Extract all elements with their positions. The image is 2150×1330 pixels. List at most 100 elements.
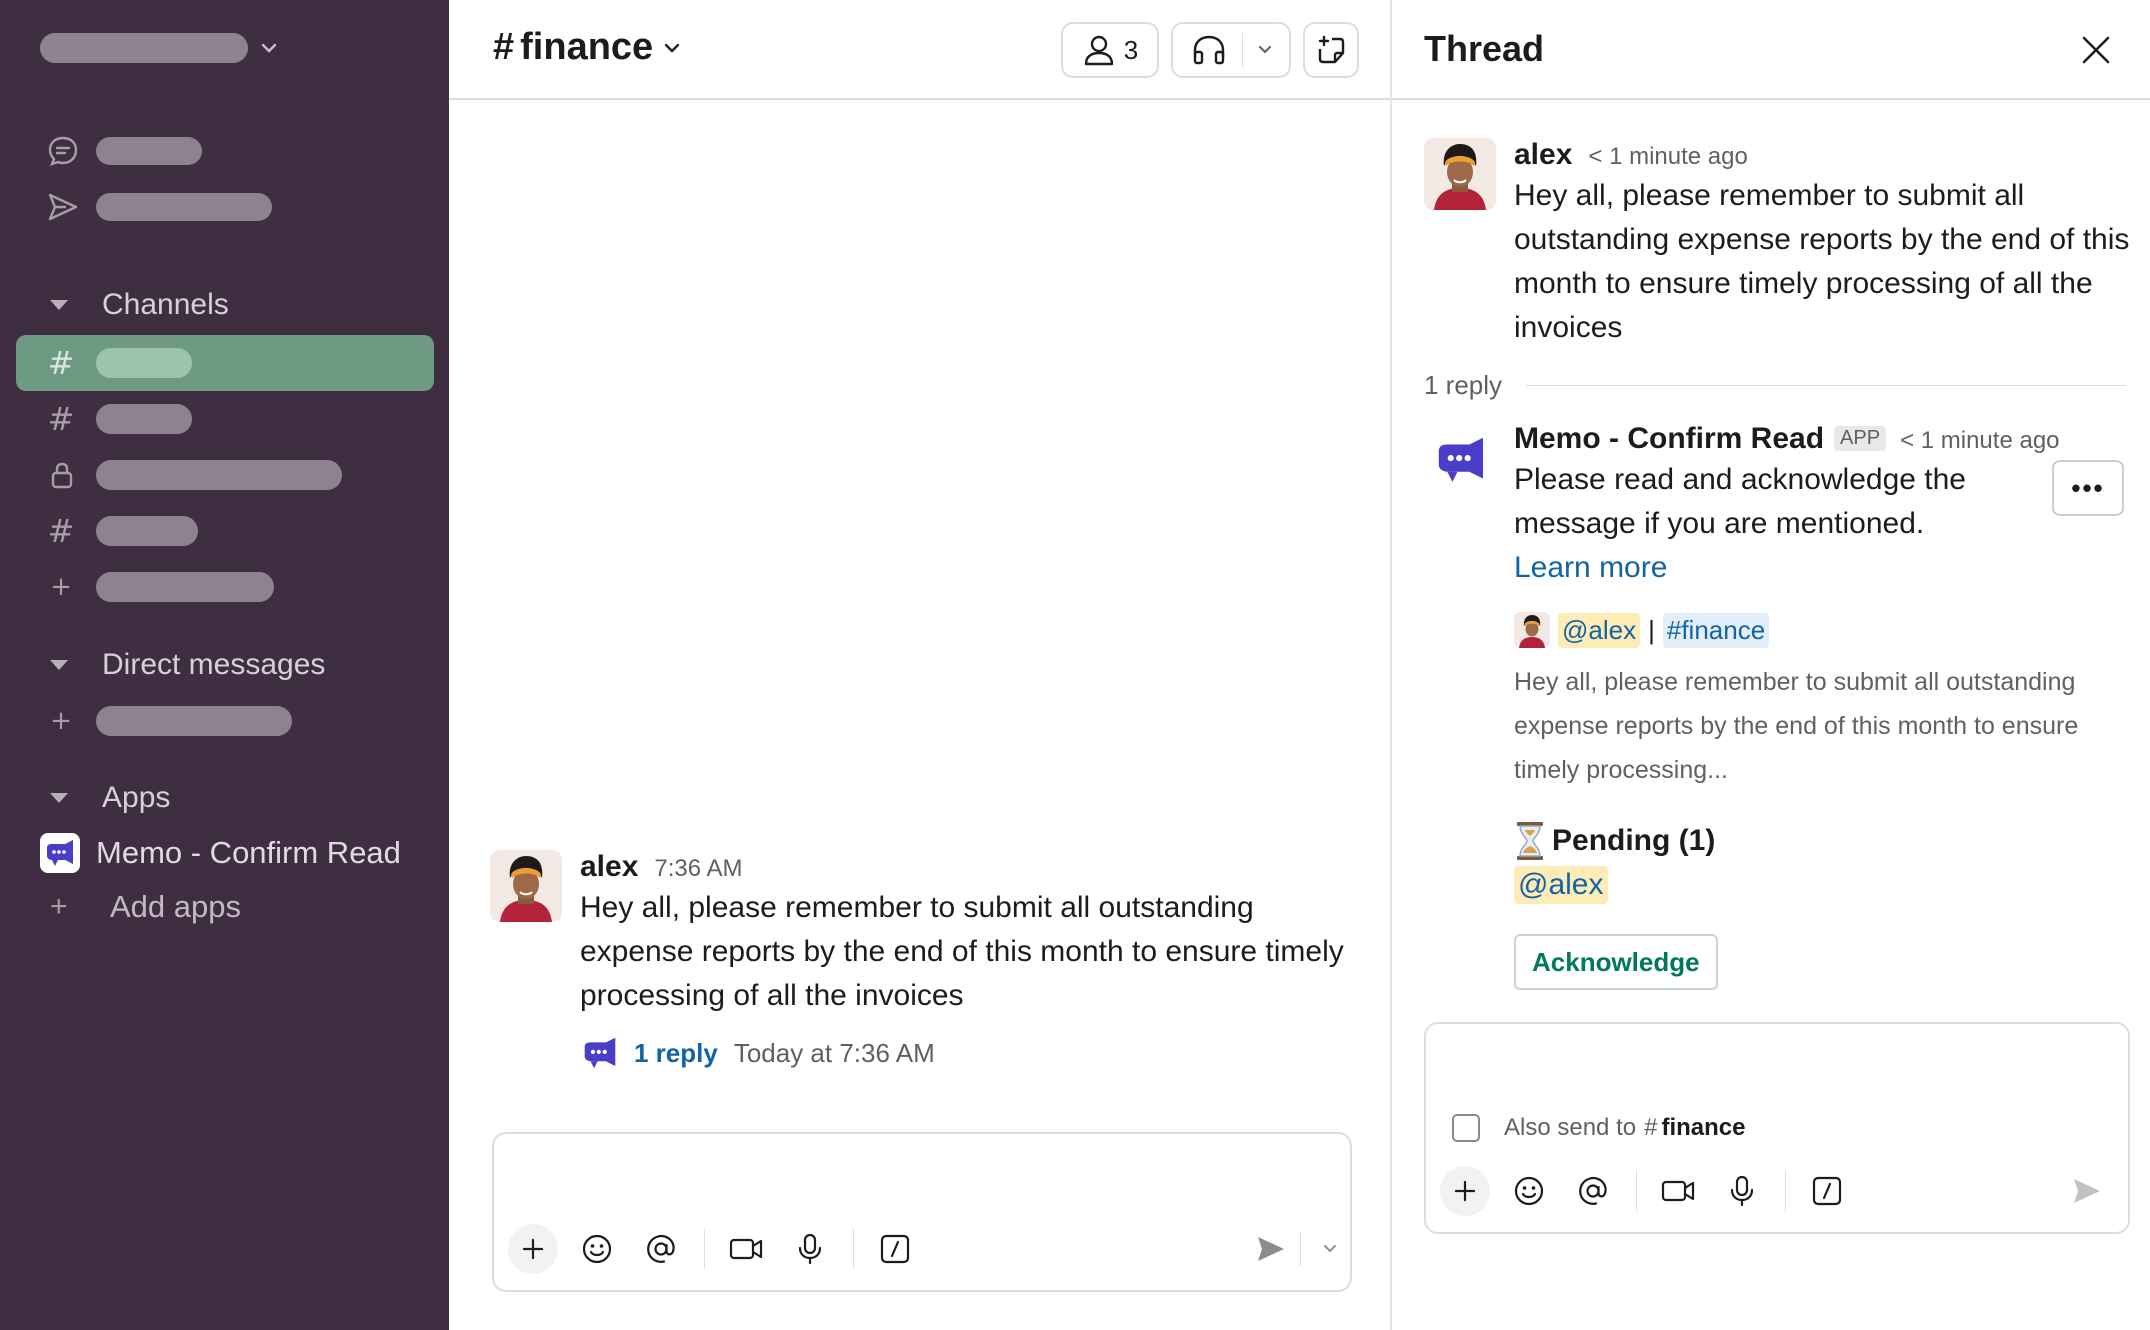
hash-icon: # <box>47 400 75 438</box>
sidebar-item-drafts[interactable] <box>46 190 272 224</box>
audio-clip-button[interactable] <box>1717 1166 1767 1216</box>
more-actions-button[interactable]: ••• <box>2052 460 2124 516</box>
send-icon <box>2074 1179 2100 1203</box>
plus-icon <box>1454 1180 1476 1202</box>
send-options-button[interactable] <box>1317 1224 1343 1274</box>
also-send-label: Also send to <box>1504 1114 1637 1141</box>
last-reply-time: Today at 7:36 AM <box>733 1037 935 1068</box>
sidebar-item-placeholder <box>96 137 202 165</box>
send-button[interactable] <box>2062 1166 2112 1216</box>
divider <box>1526 385 2126 386</box>
message-text: Hey all, please remember to submit all o… <box>1514 179 2130 344</box>
timestamp[interactable]: < 1 minute ago <box>1900 427 2059 455</box>
sidebar: Channels # # # + Direct messages + Apps … <box>0 0 449 1330</box>
video-clip-button[interactable] <box>721 1224 771 1274</box>
workspace-name-placeholder <box>40 33 248 63</box>
acknowledge-button[interactable]: Acknowledge <box>1514 934 1718 990</box>
sender-name[interactable]: alex <box>580 850 638 884</box>
sender-name[interactable]: alex <box>1514 138 1572 172</box>
also-send-checkbox[interactable] <box>1452 1114 1480 1142</box>
sidebar-app-memo[interactable]: Memo - Confirm Read <box>40 833 401 873</box>
send-button[interactable] <box>1246 1224 1296 1274</box>
hash-icon: # <box>493 26 515 68</box>
thread-composer[interactable]: Also send to # finance <box>1424 1022 2130 1234</box>
microphone-icon <box>1730 1175 1754 1207</box>
sender-name[interactable]: Memo - Confirm Read <box>1514 422 1824 456</box>
sidebar-item-threads[interactable] <box>46 134 202 168</box>
dm-section-label: Direct messages <box>102 648 326 681</box>
shortcuts-button[interactable] <box>1802 1166 1852 1216</box>
video-clip-button[interactable] <box>1653 1166 1703 1216</box>
caret-down-icon <box>50 300 68 310</box>
sidebar-channel[interactable]: # <box>16 503 434 559</box>
sidebar-channel-private[interactable] <box>16 447 434 503</box>
separator: | <box>1648 614 1655 645</box>
huddle-button[interactable] <box>1171 22 1291 78</box>
hash-icon: # <box>1644 1114 1658 1141</box>
sidebar-channel[interactable]: # <box>16 391 434 447</box>
message-composer[interactable] <box>492 1132 1352 1292</box>
members-button[interactable]: 3 <box>1061 22 1159 78</box>
also-send-option[interactable]: Also send to # finance <box>1452 1114 1745 1142</box>
workspace-switcher[interactable] <box>40 33 280 63</box>
send-icon <box>48 193 78 221</box>
caret-down-icon <box>50 660 68 670</box>
user-mention[interactable]: @alex <box>1558 612 1641 648</box>
audio-clip-button[interactable] <box>785 1224 835 1274</box>
hash-icon: # <box>47 344 75 382</box>
emoji-button[interactable] <box>572 1224 622 1274</box>
message-body: Memo - Confirm Read APP < 1 minute ago P… <box>1514 422 2078 990</box>
mention-button[interactable] <box>636 1224 686 1274</box>
caret-down-icon <box>50 793 68 803</box>
avatar[interactable] <box>1514 612 1550 648</box>
timestamp[interactable]: 7:36 AM <box>654 855 742 883</box>
close-icon[interactable] <box>2076 30 2116 70</box>
emoji-button[interactable] <box>1504 1166 1554 1216</box>
learn-more-link[interactable]: Learn more <box>1514 551 1667 584</box>
megaphone-icon <box>1424 422 1496 494</box>
composer-toolbar <box>1440 1166 1866 1216</box>
mention-button[interactable] <box>1568 1166 1618 1216</box>
thread-header: Thread <box>1392 0 2150 100</box>
hourglass-icon <box>1517 822 1543 860</box>
add-coworkers-button[interactable]: + <box>16 693 434 749</box>
add-channels-button[interactable]: + <box>16 559 434 615</box>
channel-name-placeholder <box>96 516 198 546</box>
shortcuts-button[interactable] <box>870 1224 920 1274</box>
member-count: 3 <box>1123 34 1139 65</box>
canvas-button[interactable] <box>1303 22 1359 78</box>
sidebar-channel-active[interactable]: # <box>16 335 434 391</box>
chevron-down-icon <box>1324 1245 1336 1253</box>
reply-count-divider: 1 reply <box>1424 370 2126 401</box>
attach-button[interactable] <box>1440 1166 1490 1216</box>
apps-section-header[interactable]: Apps <box>50 781 170 815</box>
channel-name-placeholder <box>96 460 342 490</box>
microphone-icon <box>798 1233 822 1265</box>
app-badge: APP <box>1834 426 1887 451</box>
channel-header: # finance 3 <box>449 0 1390 100</box>
add-apps-button[interactable]: + Add apps <box>50 889 241 925</box>
channels-section-header[interactable]: Channels <box>50 288 229 322</box>
smiley-icon <box>1514 1176 1544 1206</box>
avatar[interactable] <box>1424 138 1496 210</box>
message-preview: Hey all, please remember to submit all o… <box>1514 668 2079 784</box>
dm-section-header[interactable]: Direct messages <box>50 648 325 682</box>
hash-icon: # <box>47 512 75 550</box>
reply-count: 1 reply <box>1424 370 1503 400</box>
send-controls <box>1246 1224 1357 1274</box>
plus-icon <box>522 1238 544 1260</box>
channel-mention[interactable]: #finance <box>1662 612 1770 648</box>
channels-section-label: Channels <box>102 288 229 321</box>
reply-count-link[interactable]: 1 reply <box>634 1038 718 1069</box>
pending-user-mention[interactable]: @alex <box>1514 866 1608 904</box>
slash-command-icon <box>1812 1176 1842 1206</box>
timestamp[interactable]: < 1 minute ago <box>1588 143 1747 171</box>
add-channels-placeholder <box>96 572 274 602</box>
slash-command-icon <box>880 1234 910 1264</box>
message-text: Please read and acknowledge the message … <box>1514 458 2004 590</box>
attach-button[interactable] <box>508 1224 558 1274</box>
app-avatar[interactable] <box>1424 422 1496 494</box>
channel-title-button[interactable]: # finance <box>493 26 681 69</box>
thread-replies-bar[interactable]: 1 reply Today at 7:36 AM <box>580 1036 1370 1070</box>
avatar[interactable] <box>490 850 562 922</box>
